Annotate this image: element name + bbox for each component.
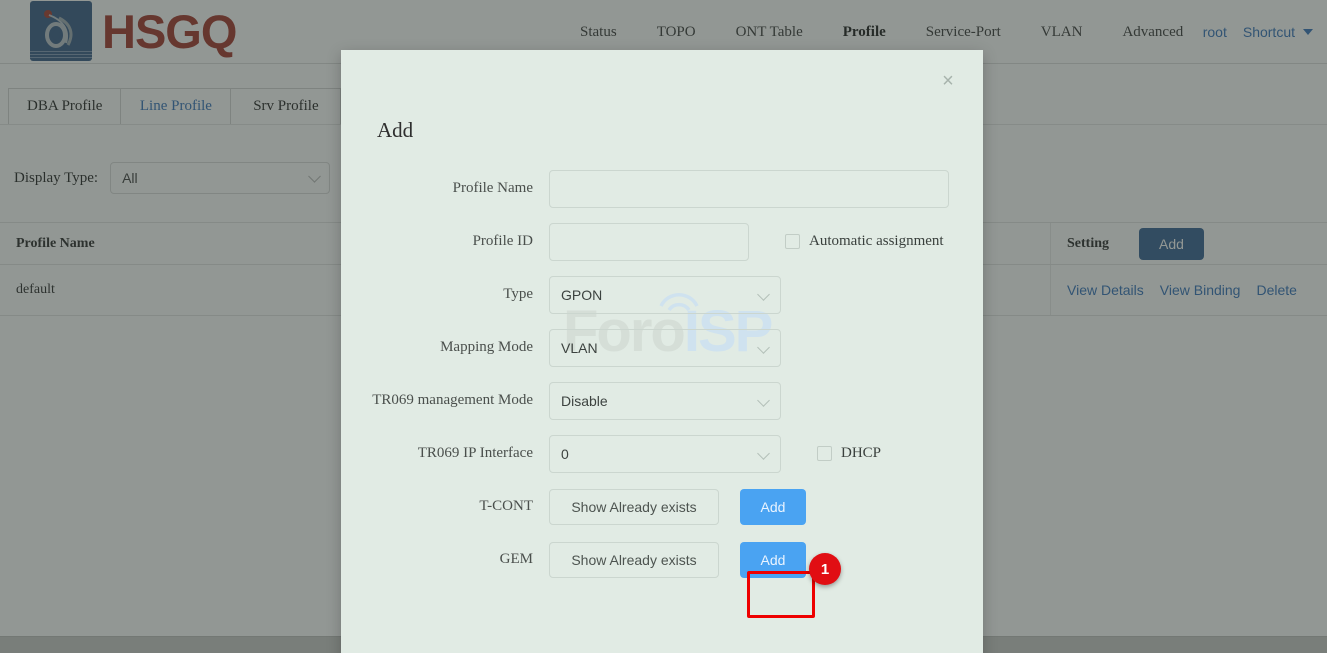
dhcp-label: DHCP (841, 445, 882, 461)
automatic-assignment-checkbox[interactable] (785, 234, 800, 249)
chevron-down-icon (757, 287, 770, 301)
mapping-mode-value: VLAN (561, 339, 598, 356)
mapping-mode-select[interactable]: VLAN (549, 328, 781, 367)
row-tr069-ip-interface: TR069 IP Interface 0 DHCP (341, 427, 983, 480)
close-icon[interactable]: × (935, 68, 961, 94)
label-mapping-mode: Mapping Mode (440, 339, 533, 355)
chevron-down-icon (757, 340, 770, 354)
label-tcont: T-CONT (479, 498, 533, 514)
add-line-profile-dialog: Add × ForoISP Profile Name Profile ID Au… (341, 50, 983, 653)
tcont-show-existing-button[interactable]: Show Already exists (549, 488, 719, 525)
annotation-badge: 1 (809, 553, 841, 585)
label-tr069-ip-interface: TR069 IP Interface (417, 445, 533, 461)
add-profile-form: Profile Name Profile ID Automatic assign… (341, 162, 983, 586)
row-tcont: T-CONT Show Already exists Add (341, 480, 983, 533)
label-profile-id: Profile ID (472, 233, 533, 249)
gem-add-button[interactable]: Add (740, 541, 806, 578)
automatic-assignment-label: Automatic assignment (809, 233, 944, 249)
row-tr069-management-mode: TR069 management Mode Disable (341, 374, 983, 427)
chevron-down-icon (757, 446, 770, 460)
tr069-ip-interface-value: 0 (561, 445, 569, 462)
label-profile-name: Profile Name (452, 180, 533, 196)
tr069-management-mode-value: Disable (561, 392, 608, 409)
dhcp-group: DHCP (817, 445, 881, 462)
automatic-assignment-group: Automatic assignment (785, 233, 944, 250)
type-value: GPON (561, 286, 603, 303)
label-gem: GEM (499, 551, 533, 567)
type-select[interactable]: GPON (549, 275, 781, 314)
row-mapping-mode: Mapping Mode VLAN (341, 321, 983, 374)
gem-show-existing-button[interactable]: Show Already exists (549, 541, 719, 578)
tr069-ip-interface-select[interactable]: 0 (549, 434, 781, 473)
dhcp-checkbox[interactable] (817, 446, 832, 461)
label-tr069-management-mode: TR069 management Mode (372, 392, 533, 408)
chevron-down-icon (757, 393, 770, 407)
tcont-add-button[interactable]: Add (740, 488, 806, 525)
row-profile-id: Profile ID Automatic assignment (341, 215, 983, 268)
profile-name-input[interactable] (549, 169, 949, 208)
row-type: Type GPON (341, 268, 983, 321)
row-profile-name: Profile Name (341, 162, 983, 215)
app-root: HSGQ Status TOPO ONT Table Profile Servi… (0, 0, 1327, 653)
dialog-title: Add (377, 118, 414, 142)
row-gem: GEM Show Already exists Add (341, 533, 983, 586)
tr069-management-mode-select[interactable]: Disable (549, 381, 781, 420)
label-type: Type (503, 286, 533, 302)
profile-id-input[interactable] (549, 222, 749, 261)
